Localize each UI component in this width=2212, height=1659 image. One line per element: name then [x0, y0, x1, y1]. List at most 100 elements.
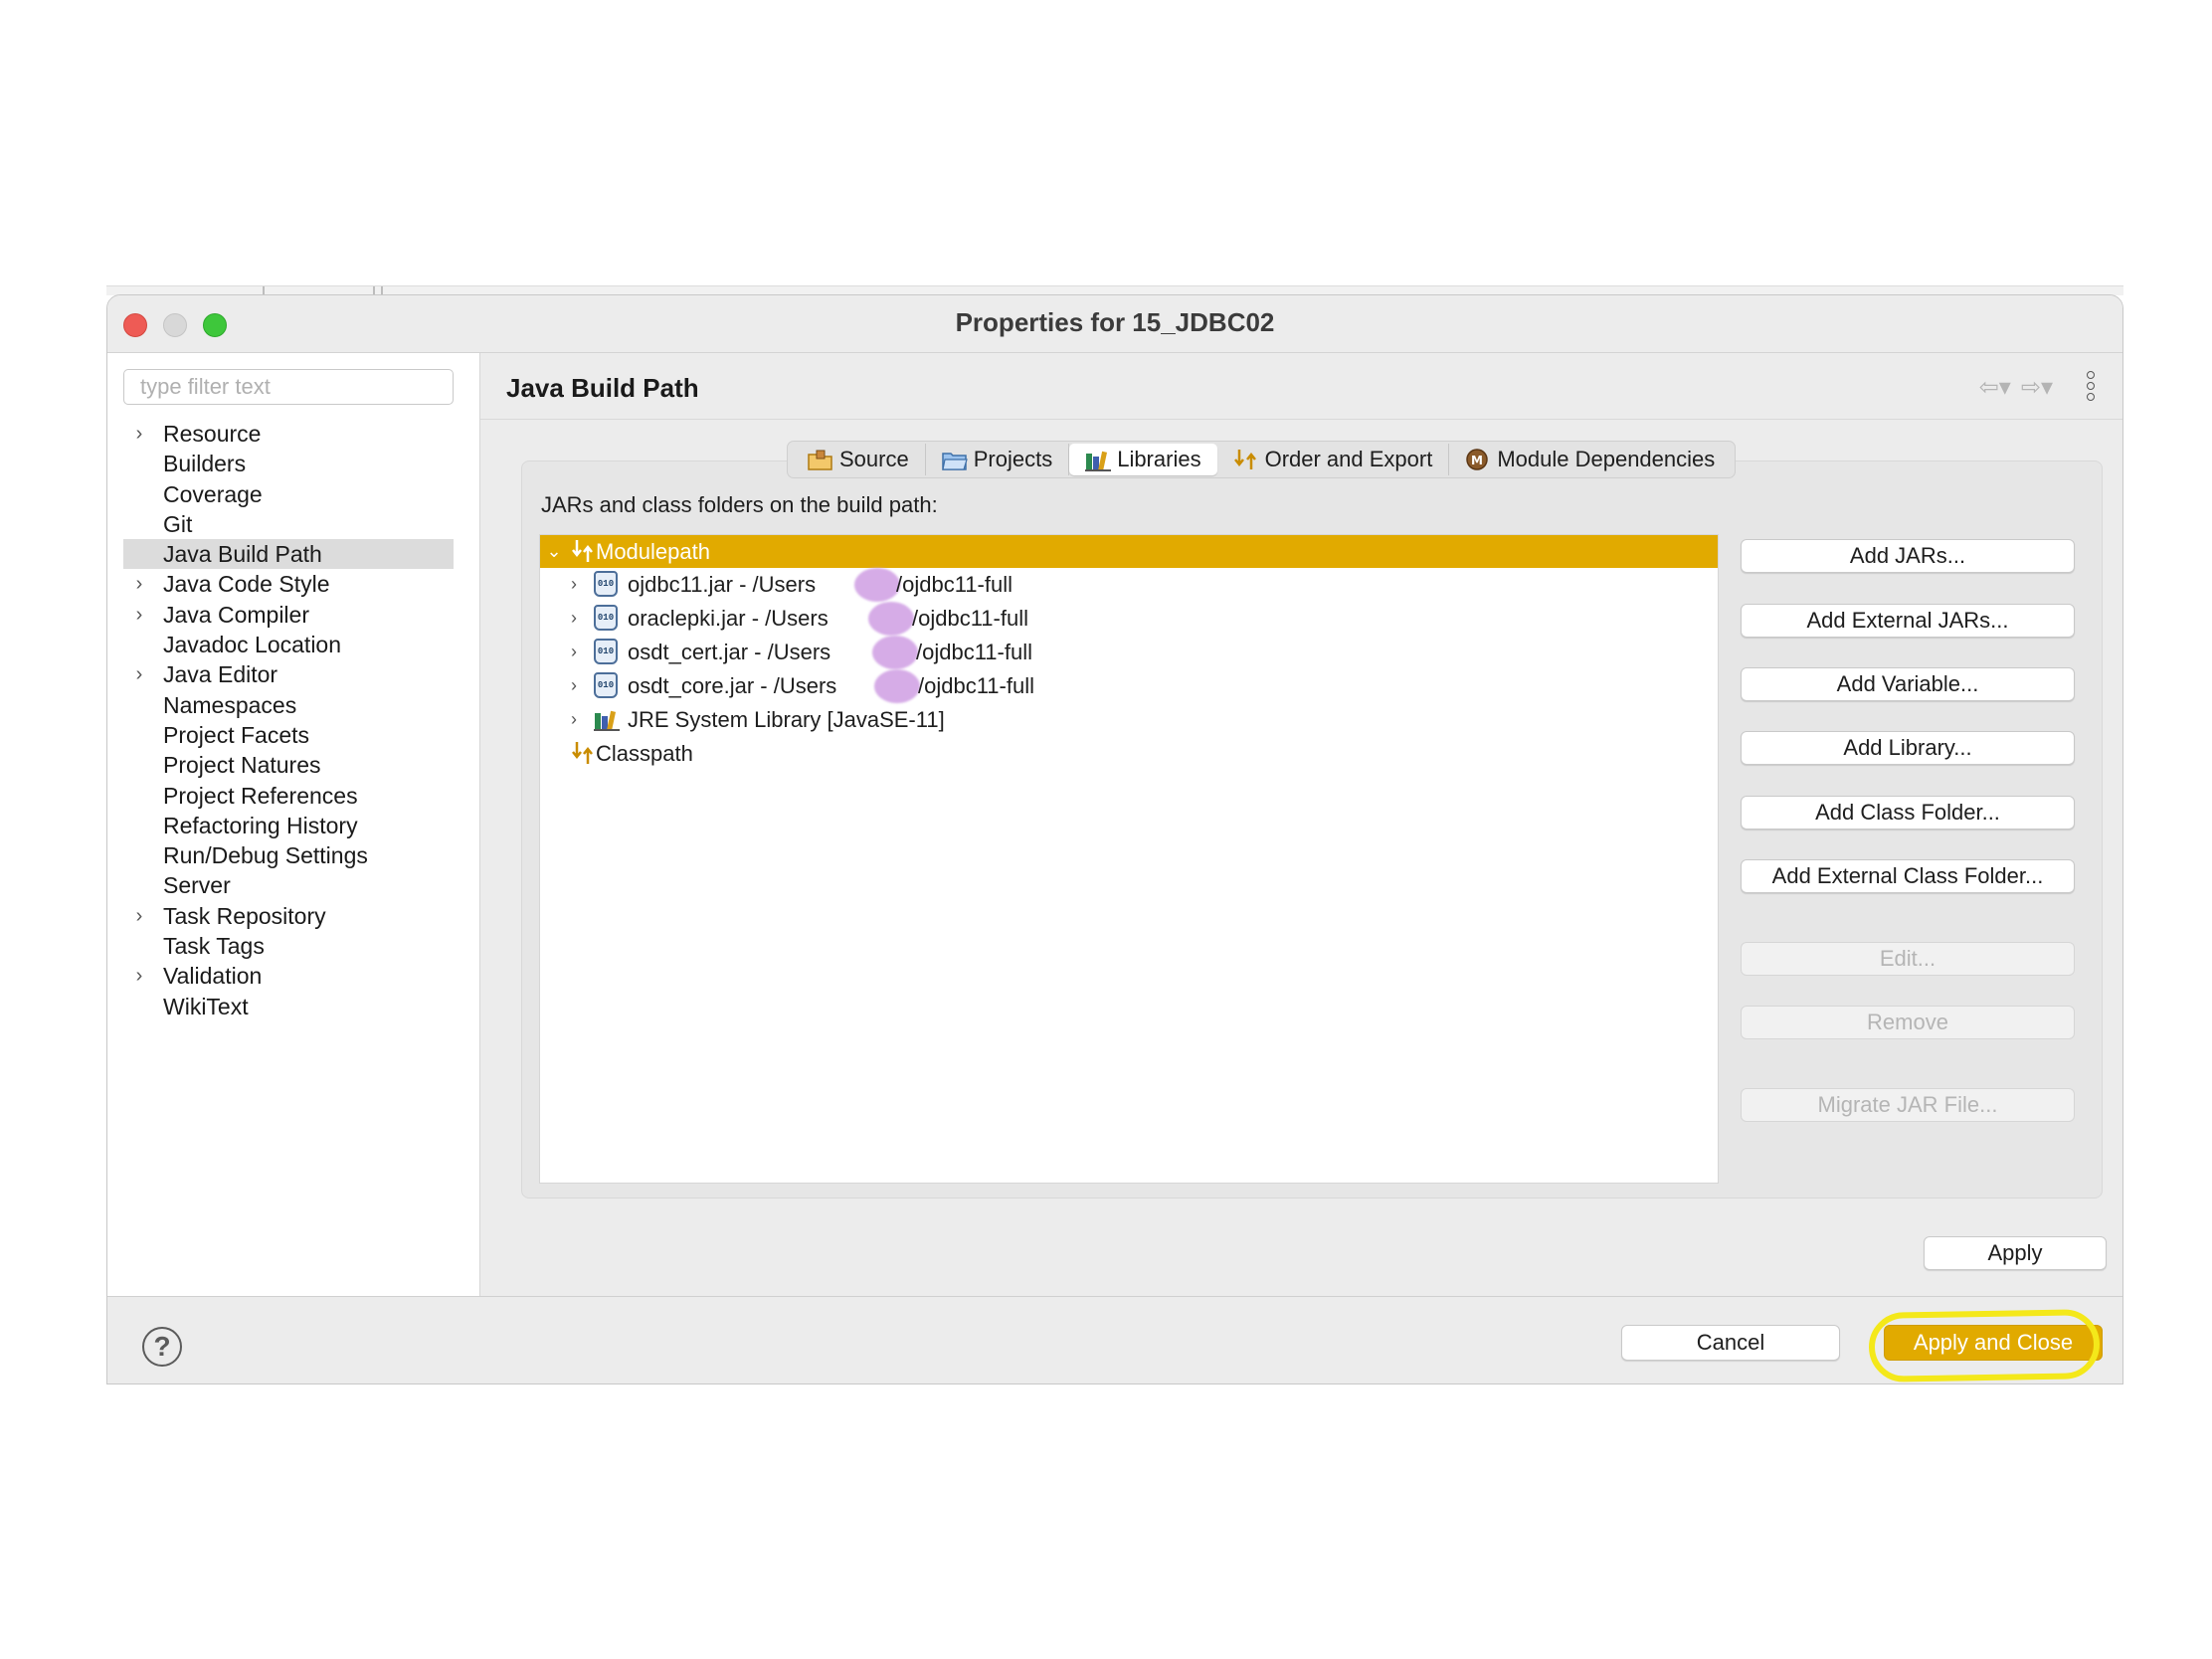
apply-button[interactable]: Apply: [1924, 1236, 2107, 1270]
window-title: Properties for 15_JDBC02: [955, 307, 1275, 337]
nav-item[interactable]: › Java Editor: [123, 659, 454, 689]
nav-item-label: Git: [163, 510, 193, 537]
tree-row-jar[interactable]: › 010 ojdbc11.jar - /Users /ojdbc11-full: [540, 568, 1718, 602]
nav-item[interactable]: Java Build Path: [123, 539, 454, 570]
nav-item[interactable]: Git: [123, 509, 454, 539]
chevron-right-icon[interactable]: ›: [564, 675, 584, 696]
chevron-right-icon[interactable]: ›: [131, 569, 147, 599]
nav-item-label: Javadoc Location: [163, 632, 342, 658]
jar-path: /ojdbc11-full: [918, 672, 1034, 698]
forward-arrow-icon[interactable]: ⇨▾: [2021, 374, 2053, 401]
redaction-mark: [874, 669, 920, 703]
tree-row-jar[interactable]: › 010 osdt_core.jar - /Users /ojdbc11-fu…: [540, 669, 1718, 703]
build-path-tree[interactable]: ⌄ Modulepath › 010 ojdbc11.jar - /Users …: [539, 534, 1719, 1184]
header-divider: [480, 419, 2122, 420]
add-external-jars-button[interactable]: Add External JARs...: [1741, 604, 2075, 638]
tree-row-modulepath[interactable]: ⌄ Modulepath: [540, 535, 1718, 568]
add-variable-button[interactable]: Add Variable...: [1741, 667, 2075, 701]
chevron-right-icon[interactable]: ›: [564, 608, 584, 629]
migrate-jar-button[interactable]: Migrate JAR File...: [1741, 1088, 2075, 1122]
help-icon[interactable]: ?: [142, 1327, 182, 1367]
nav-item-label: Validation: [163, 963, 263, 990]
remove-button[interactable]: Remove: [1741, 1006, 2075, 1039]
nav-item-label: Run/Debug Settings: [163, 842, 368, 869]
view-menu-icon[interactable]: [2087, 371, 2097, 401]
projects-folder-icon: [941, 448, 968, 471]
nav-item-label: Java Compiler: [163, 601, 309, 628]
order-export-icon: [1233, 448, 1259, 471]
tab-projects[interactable]: Projects: [926, 444, 1070, 475]
history-nav: ⇦▾ ⇨▾: [1969, 373, 2053, 402]
tab-source[interactable]: Source: [792, 444, 926, 475]
nav-item[interactable]: Namespaces: [123, 690, 454, 720]
jar-path: /ojdbc11-full: [916, 639, 1032, 664]
nav-item[interactable]: Javadoc Location: [123, 630, 454, 659]
nav-item[interactable]: Project Natures: [123, 750, 454, 780]
add-library-button[interactable]: Add Library...: [1741, 731, 2075, 765]
tree-row-jar[interactable]: › 010 osdt_cert.jar - /Users /ojdbc11-fu…: [540, 636, 1718, 669]
nav-item-label: Java Code Style: [163, 571, 330, 598]
nav-item-label: Builders: [163, 451, 247, 477]
nav-item[interactable]: Project References: [123, 781, 454, 811]
jre-label: JRE System Library [JavaSE-11]: [628, 706, 945, 732]
chevron-down-icon[interactable]: ⌄: [544, 541, 564, 562]
chevron-right-icon[interactable]: ›: [564, 574, 584, 595]
nav-item[interactable]: Coverage: [123, 479, 454, 509]
edit-button[interactable]: Edit...: [1741, 942, 2075, 976]
page-title: Java Build Path: [506, 373, 699, 403]
chevron-right-icon[interactable]: ›: [564, 642, 584, 662]
nav-item-label: Task Repository: [163, 902, 326, 929]
nav-item[interactable]: Run/Debug Settings: [123, 840, 454, 870]
nav-item-label: Server: [163, 872, 231, 899]
add-jars-button[interactable]: Add JARs...: [1741, 539, 2075, 573]
nav-item[interactable]: › Resource: [123, 419, 454, 449]
tree-row-classpath[interactable]: Classpath: [540, 737, 1718, 770]
classpath-label: Classpath: [596, 740, 693, 766]
filter-input[interactable]: [123, 369, 454, 405]
add-external-class-folder-button[interactable]: Add External Class Folder...: [1741, 859, 2075, 893]
tree-row-jre[interactable]: › JRE System Library [JavaSE-11]: [540, 703, 1718, 736]
tab-libraries[interactable]: Libraries: [1069, 444, 1217, 475]
module-icon: M: [1465, 448, 1491, 471]
nav-item[interactable]: › Java Code Style: [123, 569, 454, 599]
nav-item[interactable]: Server: [123, 870, 454, 900]
nav-item-label: Coverage: [163, 480, 263, 507]
nav-item-label: Project References: [163, 782, 358, 809]
back-arrow-icon[interactable]: ⇦▾: [1979, 374, 2011, 401]
cancel-button[interactable]: Cancel: [1621, 1325, 1840, 1361]
chevron-right-icon[interactable]: ›: [131, 659, 147, 689]
jar-path: /ojdbc11-full: [896, 571, 1013, 597]
nav-item-label: Project Natures: [163, 752, 321, 779]
nav-item[interactable]: Builders: [123, 449, 454, 478]
jar-icon: 010: [594, 639, 618, 664]
nav-item[interactable]: › Task Repository: [123, 901, 454, 931]
jar-icon: 010: [594, 571, 618, 597]
chevron-right-icon[interactable]: ›: [131, 901, 147, 931]
nav-item[interactable]: Refactoring History: [123, 811, 454, 840]
chevron-right-icon[interactable]: ›: [131, 419, 147, 449]
modulepath-icon: [570, 538, 596, 564]
highlight-annotation: [1868, 1308, 2101, 1383]
tab-order-and-export[interactable]: Order and Export: [1217, 444, 1450, 475]
nav-item-label: Resource: [163, 421, 262, 447]
nav-item[interactable]: Project Facets: [123, 720, 454, 750]
properties-nav-list: › Resource Builders Coverage Git Java Build P…: [123, 419, 454, 1021]
chevron-right-icon[interactable]: ›: [564, 709, 584, 730]
jar-name: oraclepki.jar - /Users: [628, 605, 829, 631]
title-bar: Properties for 15_JDBC02: [107, 295, 2122, 353]
jar-icon: 010: [594, 672, 618, 698]
nav-item-label: Java Build Path: [163, 541, 322, 568]
add-class-folder-button[interactable]: Add Class Folder...: [1741, 796, 2075, 830]
nav-item[interactable]: Task Tags: [123, 931, 454, 961]
properties-dialog: Properties for 15_JDBC02 › Resource Builde…: [106, 294, 2123, 1384]
redaction-mark: [868, 602, 914, 636]
chevron-right-icon[interactable]: ›: [131, 961, 147, 991]
nav-item[interactable]: › Validation: [123, 961, 454, 991]
tab-module-dependencies[interactable]: M Module Dependencies: [1449, 444, 1731, 475]
nav-item[interactable]: WikiText: [123, 992, 454, 1021]
jar-name: ojdbc11.jar - /Users: [628, 571, 817, 597]
nav-item-label: Refactoring History: [163, 812, 358, 838]
tree-row-jar[interactable]: › 010 oraclepki.jar - /Users /ojdbc11-fu…: [540, 602, 1718, 636]
nav-item[interactable]: › Java Compiler: [123, 600, 454, 630]
chevron-right-icon[interactable]: ›: [131, 600, 147, 630]
